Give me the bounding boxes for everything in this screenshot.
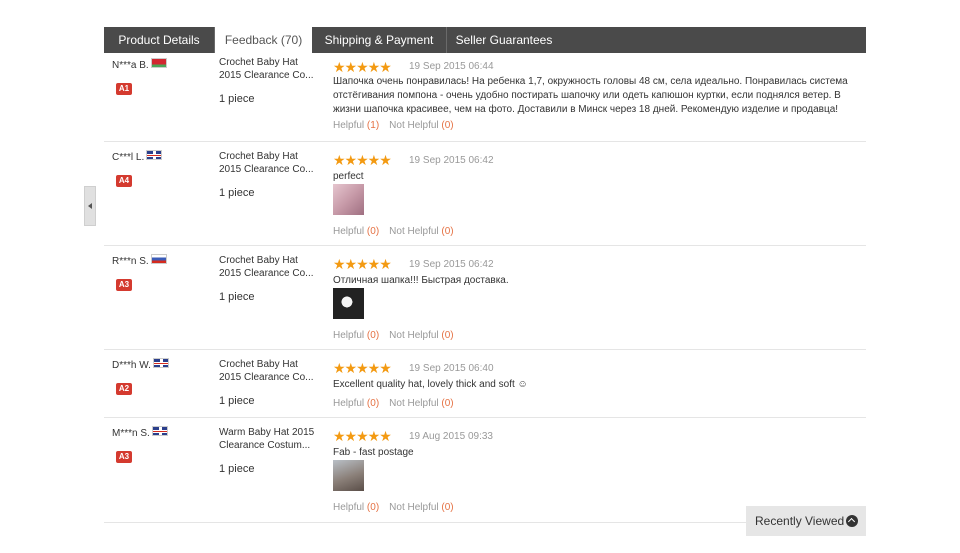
helpful-button[interactable]: Helpful (0) [333,502,379,513]
feedback-date: 19 Sep 2015 06:40 [409,363,494,374]
buyer-name: M***n S. [112,426,168,439]
quantity: 1 piece [219,463,255,475]
buyer-level-badge: A2 [116,383,132,395]
tab-shipping-payment[interactable]: Shipping & Payment [312,27,447,53]
feedback-text: Fab - fast postage [333,447,414,458]
feedback-photo-thumbnail[interactable] [333,288,364,319]
helpful-button[interactable]: Helpful (0) [333,398,379,409]
feedback-photo-thumbnail[interactable] [333,184,364,215]
tab-seller-guarantees[interactable]: Seller Guarantees [447,27,561,53]
not-helpful-button[interactable]: Not Helpful (0) [389,120,453,131]
flag-icon [152,358,169,369]
feedback-row: C***l L. A4 Crochet Baby Hat 2015 Cleara… [104,142,866,246]
feedback-date: 19 Sep 2015 06:42 [409,259,494,270]
flag-icon [146,150,163,161]
star-rating: ★★★★★ [333,152,392,168]
helpful-votes: Helpful (0) Not Helpful (0) [333,502,454,513]
feedback-date: 19 Sep 2015 06:42 [409,155,494,166]
tab-feedback[interactable]: Feedback (70) [215,27,312,54]
helpful-votes: Helpful (0) Not Helpful (0) [333,398,454,409]
helpful-votes: Helpful (0) Not Helpful (0) [333,226,454,237]
feedback-row: R***n S. A3 Crochet Baby Hat 2015 Cleara… [104,246,866,350]
star-rating: ★★★★★ [333,256,392,272]
helpful-votes: Helpful (0) Not Helpful (0) [333,330,454,341]
quantity: 1 piece [219,187,255,199]
feedback-photo-thumbnail[interactable] [333,460,364,491]
chevron-up-circle-icon [846,515,858,527]
feedback-text: perfect [333,171,364,182]
quantity: 1 piece [219,291,255,303]
flag-icon [150,254,167,265]
caret-left-icon [88,203,92,209]
feedback-text: Шапочка очень понравилась! На ребенка 1,… [333,76,848,115]
product-link[interactable]: Crochet Baby Hat 2015 Clearance Co... [219,358,319,384]
product-link[interactable]: Warm Baby Hat 2015 Clearance Costum... [219,426,319,452]
buyer-level-badge: A3 [116,279,132,291]
buyer-name: N***a B. [112,58,167,71]
star-rating: ★★★★★ [333,360,392,376]
not-helpful-button[interactable]: Not Helpful (0) [389,502,453,513]
helpful-votes: Helpful (1) Not Helpful (0) [333,120,454,131]
buyer-name: D***h W. [112,358,169,371]
feedback-text: Excellent quality hat, lovely thick and … [333,379,528,390]
product-link[interactable]: Crochet Baby Hat 2015 Clearance Co... [219,254,319,280]
helpful-button[interactable]: Helpful (1) [333,120,379,131]
buyer-name: C***l L. [112,150,163,163]
buyer-level-badge: A4 [116,175,132,187]
not-helpful-button[interactable]: Not Helpful (0) [389,226,453,237]
feedback-date: 19 Aug 2015 09:33 [409,431,493,442]
star-rating: ★★★★★ [333,428,392,444]
tab-product-details[interactable]: Product Details [104,27,215,53]
recently-viewed-label: Recently Viewed [755,514,845,528]
product-link[interactable]: Crochet Baby Hat 2015 Clearance Co... [219,150,319,176]
product-link[interactable]: Crochet Baby Hat 2015 Clearance Co... [219,56,319,82]
star-rating: ★★★★★ [333,59,392,75]
not-helpful-button[interactable]: Not Helpful (0) [389,330,453,341]
not-helpful-button[interactable]: Not Helpful (0) [389,398,453,409]
recently-viewed-button[interactable]: Recently Viewed [746,506,866,536]
buyer-level-badge: A3 [116,451,132,463]
buyer-name: R***n S. [112,254,167,267]
flag-icon [151,426,168,437]
feedback-text: Отличная шапка!!! Быстрая доставка. [333,275,509,286]
feedback-row: D***h W. A2 Crochet Baby Hat 2015 Cleara… [104,350,866,418]
helpful-button[interactable]: Helpful (0) [333,330,379,341]
feedback-row: N***a B. A1 Crochet Baby Hat 2015 Cleara… [104,53,866,142]
product-tabs: Product Details Feedback (70) Shipping &… [104,27,866,54]
helpful-button[interactable]: Helpful (0) [333,226,379,237]
feedback-date: 19 Sep 2015 06:44 [409,61,494,72]
side-collapse-handle[interactable] [84,186,96,226]
quantity: 1 piece [219,93,255,105]
buyer-level-badge: A1 [116,83,132,95]
flag-icon [150,58,167,69]
quantity: 1 piece [219,395,255,407]
